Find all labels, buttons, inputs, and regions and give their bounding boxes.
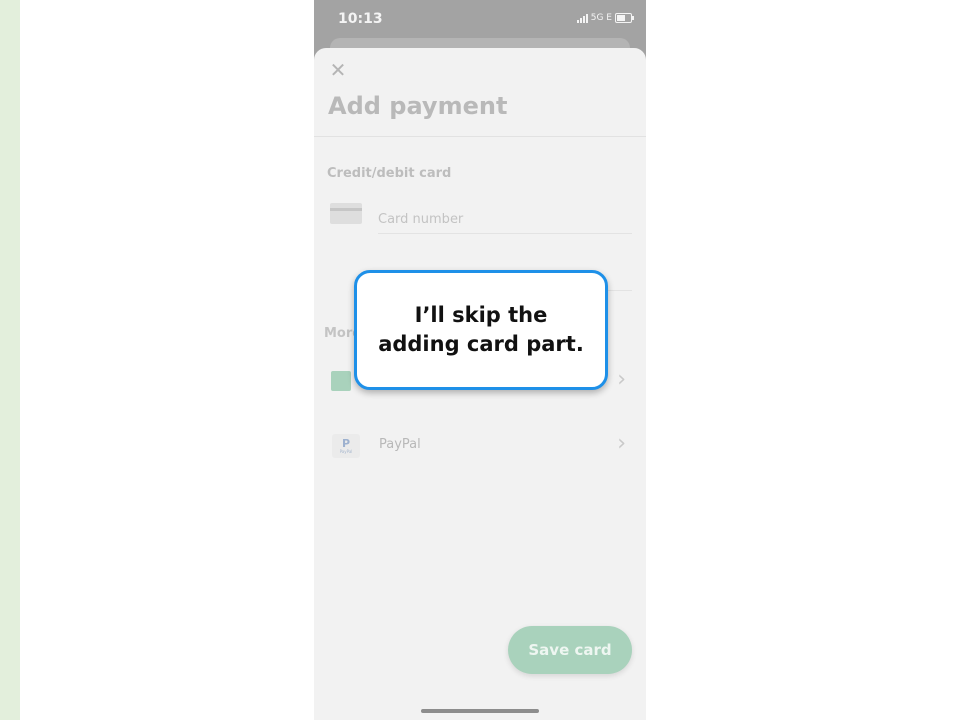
status-indicators: 5G E xyxy=(576,13,634,23)
save-card-button[interactable]: Save card xyxy=(508,626,632,674)
battery-icon xyxy=(615,13,634,23)
callout-text: I’ll skip the adding card part. xyxy=(378,303,584,356)
chevron-right-icon: › xyxy=(617,431,626,456)
signal-icon xyxy=(576,13,588,23)
card-number-underline xyxy=(378,233,632,234)
tutorial-callout: I’ll skip the adding card part. xyxy=(354,270,608,390)
card-number-input[interactable]: Card number xyxy=(378,212,463,227)
page-title: Add payment xyxy=(328,92,508,120)
paypal-icon: P PayPal xyxy=(332,434,360,458)
home-indicator[interactable] xyxy=(421,709,539,713)
paypal-label: PayPal xyxy=(379,437,421,452)
network-label: 5G E xyxy=(590,13,612,23)
left-sidebar-strip xyxy=(0,0,20,720)
close-icon[interactable]: ✕ xyxy=(328,60,348,80)
status-time: 10:13 xyxy=(338,11,383,27)
credit-section-label: Credit/debit card xyxy=(327,166,452,181)
paypal-row[interactable]: P PayPal PayPal › xyxy=(314,424,646,468)
header-divider xyxy=(314,136,646,137)
credit-card-icon xyxy=(330,203,362,224)
status-bar: 10:13 5G E xyxy=(314,0,646,40)
chevron-right-icon: › xyxy=(617,367,626,392)
payment-option-icon xyxy=(331,371,351,391)
